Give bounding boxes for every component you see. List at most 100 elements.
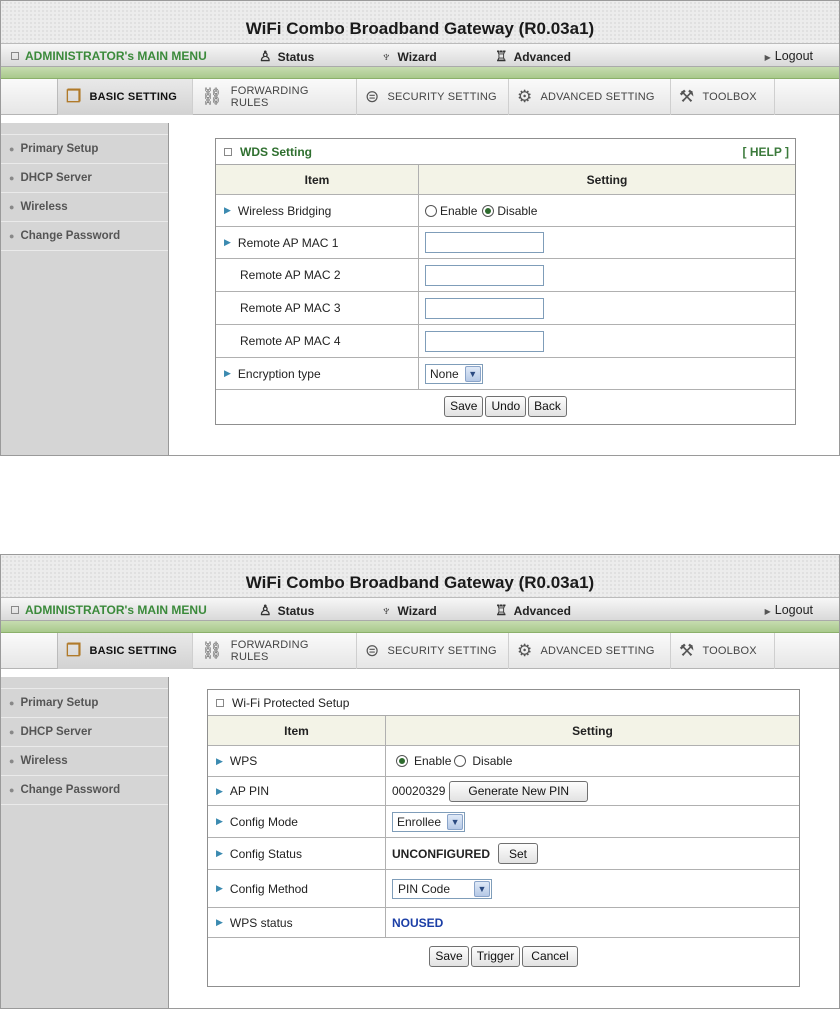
tab-basic-setting[interactable]: ❐ BASIC SETTING: [57, 79, 193, 115]
bullet-icon: ●: [9, 202, 15, 212]
wizard-menu[interactable]: ♆ Wizard: [381, 48, 437, 64]
admin-menu-label: ADMINISTRATOR's MAIN MENU: [25, 603, 207, 617]
advanced-label: Advanced: [513, 604, 571, 618]
config-method-select[interactable]: PIN Code ▼: [392, 878, 492, 899]
wizard-label: Wizard: [397, 50, 437, 64]
tab-basic-setting[interactable]: ❐ BASIC SETTING: [57, 633, 193, 669]
ap-pin-label: AP PIN: [229, 784, 270, 798]
col-item: Item: [216, 165, 419, 194]
col-setting: Setting: [572, 723, 613, 738]
bridging-disable-radio[interactable]: [482, 204, 495, 217]
status-menu[interactable]: ♙ Status: [259, 602, 314, 619]
sidebar-item-label: Primary Setup: [20, 697, 99, 709]
tab-forwarding-rules[interactable]: ⛓ FORWARDING RULES: [193, 79, 357, 115]
book-icon: ❐: [66, 641, 82, 660]
advanced-setting-icon: ⚙: [517, 641, 533, 660]
setting-cell: [419, 227, 795, 258]
save-button[interactable]: Save: [444, 395, 484, 417]
bridging-enable-radio[interactable]: [425, 204, 437, 217]
save-button[interactable]: Save: [429, 945, 469, 967]
remote-ap-mac2-input[interactable]: [425, 264, 544, 286]
bullet-icon: ●: [9, 785, 15, 795]
sidebar-item-wireless[interactable]: ● Wireless: [1, 747, 168, 776]
label-cell: ▶ Config Mode: [208, 806, 386, 837]
arrow-right-icon: ▶: [224, 368, 231, 378]
chevron-down-icon: ▼: [474, 880, 490, 897]
toolbox-icon: ⚒: [679, 641, 695, 660]
security-icon: ⊜: [365, 87, 380, 106]
logout-link[interactable]: ▶ Logout: [765, 49, 813, 63]
arrow-right-icon: ▶: [224, 237, 231, 247]
sidebar-item-dhcp-server[interactable]: ● DHCP Server: [1, 164, 168, 193]
wizard-menu[interactable]: ♆ Wizard: [381, 602, 437, 618]
logout-label: Logout: [774, 603, 813, 617]
sidebar-item-label: DHCP Server: [20, 172, 92, 184]
tab-label: FORWARDING RULES: [230, 639, 309, 663]
sidebar-item-change-password[interactable]: ● Change Password: [1, 776, 168, 805]
mac4-label: Remote AP MAC 4: [240, 334, 341, 348]
sidebar-item-primary-setup[interactable]: ● Primary Setup: [1, 689, 168, 718]
arrow-right-icon: ▶: [224, 205, 231, 215]
tab-toolbox[interactable]: ⚒ TOOLBOX: [671, 633, 775, 669]
logout-label: Logout: [774, 49, 813, 63]
tab-label: ADVANCED SETTING: [540, 91, 655, 103]
book-icon: ❐: [66, 87, 82, 106]
advanced-label: Advanced: [513, 50, 571, 64]
wps-status-label: WPS status: [229, 915, 293, 930]
generate-new-pin-button[interactable]: Generate New PIN: [449, 780, 589, 802]
status-menu[interactable]: ♙ Status: [259, 48, 314, 65]
arrow-right-icon: ▶: [216, 816, 223, 826]
tab-label: TOOLBOX: [702, 645, 757, 657]
back-button[interactable]: Back: [528, 395, 567, 417]
sidebar: ● Primary Setup ● DHCP Server ● Wireless ● C…: [1, 123, 169, 455]
help-link[interactable]: [ HELP ]: [743, 145, 789, 159]
wps-label: WPS: [229, 754, 258, 768]
row-config-status: ▶ Config Status UNCONFIGURED Set: [208, 838, 799, 870]
admin-main-menu-link[interactable]: ADMINISTRATOR's MAIN MENU: [11, 603, 207, 617]
admin-main-menu-link[interactable]: ADMINISTRATOR's MAIN MENU: [11, 49, 207, 63]
logout-link[interactable]: ▶ Logout: [765, 603, 813, 617]
advanced-menu[interactable]: ♖ Advanced: [495, 602, 571, 619]
sidebar-item-label: Change Password: [20, 784, 121, 796]
row-mac4: Remote AP MAC 4: [216, 325, 795, 358]
label-cell: ▶ Wireless Bridging: [216, 195, 419, 226]
tab-label: SECURITY SETTING: [387, 91, 497, 103]
advanced-menu[interactable]: ♖ Advanced: [495, 48, 571, 65]
tab-security-setting[interactable]: ⊜ SECURITY SETTING: [357, 633, 509, 669]
row-mac3: Remote AP MAC 3: [216, 292, 795, 325]
remote-ap-mac3-input[interactable]: [425, 297, 544, 319]
bullet-icon: ●: [9, 698, 15, 708]
tab-advanced-setting[interactable]: ⚙ ADVANCED SETTING: [509, 633, 671, 669]
wps-disable-radio[interactable]: [454, 755, 467, 767]
encryption-type-select[interactable]: None ▼: [425, 363, 483, 384]
remote-ap-mac1-input[interactable]: [425, 232, 544, 253]
square-icon: [224, 147, 232, 156]
tab-forwarding-rules[interactable]: ⛓ FORWARDING RULES: [193, 633, 357, 669]
arrow-right-icon: ▶: [764, 53, 771, 62]
tab-label: BASIC SETTING: [89, 645, 178, 657]
remote-ap-mac4-input[interactable]: [425, 330, 544, 352]
arrow-right-icon: ▶: [216, 848, 223, 858]
wps-status-value: NOUSED: [392, 915, 444, 930]
square-icon: [216, 698, 224, 707]
sidebar-item-change-password[interactable]: ● Change Password: [1, 222, 168, 251]
encryption-value: None: [430, 366, 459, 381]
undo-button[interactable]: Undo: [485, 395, 527, 417]
status-icon: ♙: [259, 48, 272, 64]
wizard-icon: ♆: [381, 48, 392, 64]
tab-toolbox[interactable]: ⚒ TOOLBOX: [671, 79, 775, 115]
row-ap-pin: ▶ AP PIN 00020329 Generate New PIN: [208, 777, 799, 806]
setting-cell: Enrollee ▼: [386, 806, 799, 837]
trigger-button[interactable]: Trigger: [470, 945, 521, 967]
cancel-button[interactable]: Cancel: [522, 945, 578, 967]
wds-setting-box: WDS Setting [ HELP ] Item Setting ▶ Wirele…: [215, 138, 796, 425]
set-button[interactable]: Set: [498, 843, 539, 864]
wps-enable-radio[interactable]: [396, 755, 408, 767]
sidebar-item-primary-setup[interactable]: ● Primary Setup: [1, 135, 168, 164]
config-mode-select[interactable]: Enrollee ▼: [392, 811, 466, 832]
tab-advanced-setting[interactable]: ⚙ ADVANCED SETTING: [509, 79, 671, 115]
sidebar-item-wireless[interactable]: ● Wireless: [1, 193, 168, 222]
tab-security-setting[interactable]: ⊜ SECURITY SETTING: [357, 79, 509, 115]
sidebar-item-label: Wireless: [20, 201, 68, 213]
sidebar-item-dhcp-server[interactable]: ● DHCP Server: [1, 718, 168, 747]
